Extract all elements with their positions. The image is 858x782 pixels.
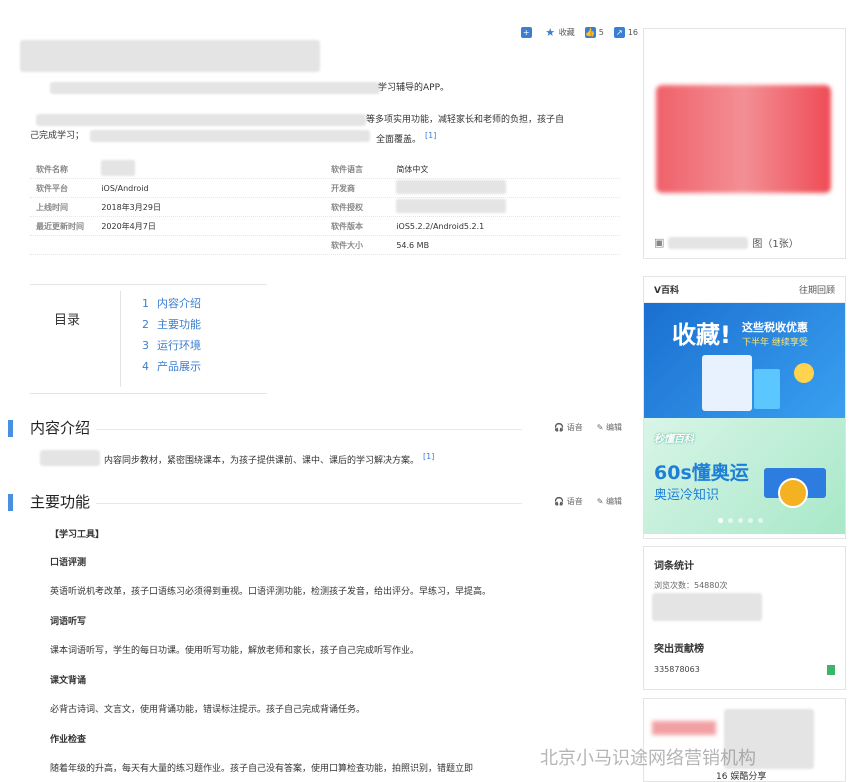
info-key: 软件大小 [331, 240, 363, 250]
star-icon: ★ [545, 25, 556, 39]
stats-card: 词条统计 浏览次数：54880次 突出贡献榜 335878063 [643, 546, 846, 690]
section1-text: 内容同步教材，紧密围绕课本，为孩子提供课前、课中、课后的学习解决方案。 [1] [104, 452, 435, 466]
info-value: 2018年3月29日 [101, 202, 161, 212]
info-key: 软件平台 [36, 183, 68, 193]
article-toolbar: + ★ 收藏 👍 5 ↗ 16 [520, 24, 638, 40]
like-button[interactable]: 👍 5 [584, 26, 604, 38]
info-key: 最近更新时间 [36, 221, 84, 231]
info-table: 软件名称 软件语言 简体中文软件平台 iOS/Android 开发商上线时间 2018年3… [30, 160, 620, 255]
info-key: 开发商 [331, 183, 355, 193]
feature-text: 随着年级的升高，每天有大量的练习题作业。孩子自己没有答案，使用口算检查功能，拍照… [50, 764, 474, 774]
info-row: 软件名称 软件语言 简体中文 [30, 160, 620, 179]
share-count: 16 [627, 27, 638, 37]
vbaike-title: V百科 [654, 286, 679, 296]
feature-heading: 词语听写 [50, 617, 87, 627]
info-key: 上线时间 [36, 202, 68, 212]
contrib-title: 突出贡献榜 [654, 644, 704, 655]
info-key: 软件名称 [36, 164, 68, 174]
feature-text: 英语听说机考改革，孩子口语练习必须得到重视。口语评测功能，检测孩子发音，给出评分… [50, 587, 492, 597]
info-key: 软件版本 [331, 221, 363, 231]
album-count: 图（1张） [752, 239, 799, 250]
section-heading-intro: 内容介绍 🎧 语音 ✎ 编辑 [8, 418, 622, 440]
intro-line3-tail: 全面覆盖。 [376, 135, 422, 145]
info-value: 简体中文 [396, 164, 429, 174]
info-value [101, 160, 325, 178]
feature-text: 必背古诗词、文言文，使用背诵功能，错误标注提示。孩子自己完成背诵任务。 [50, 705, 366, 715]
voice-button[interactable]: 🎧 语音 [554, 422, 583, 433]
info-row: 上线时间 2018年3月29日 软件授权 [30, 198, 620, 217]
info-value [396, 180, 620, 196]
album-card[interactable]: ▣ 图（1张） [643, 28, 846, 259]
banner-tax[interactable]: 收藏! 这些税收优惠 下半年 继续享受 [644, 303, 845, 418]
section-title: 内容介绍 [30, 418, 97, 438]
like-count: 5 [598, 27, 604, 37]
info-row: 最近更新时间 2020年4月7日 软件版本 iOS5.2.2/Android5.2.1 [30, 217, 620, 236]
section-title: 主要功能 [30, 492, 97, 512]
intro-line1: 学习辅导的APP。 [378, 83, 450, 93]
info-value: iOS5.2.2/Android5.2.1 [396, 221, 485, 231]
share-icon: ↗ [613, 26, 625, 38]
album-cover-image[interactable] [656, 85, 831, 193]
stats-views: 浏览次数：54880次 [654, 581, 728, 590]
collect-button[interactable]: ★ 收藏 [545, 25, 575, 39]
ref-link[interactable]: [1] [423, 452, 434, 461]
feature-text: 课本词语听写，学生的每日功课。使用听写功能，解放老师和家长，孩子自己完成听写作业… [50, 646, 420, 656]
toc-item[interactable]: 2 主要功能 [142, 316, 201, 337]
intro-line3-head: 己完成学习； [30, 131, 85, 141]
info-value: 54.6 MB [396, 240, 430, 250]
info-value [396, 199, 620, 215]
rank-item[interactable]: 16 娱酷分享 [716, 769, 766, 781]
vbaike-more-link[interactable]: 往期回顾 [799, 283, 835, 296]
toc-item[interactable]: 4 产品展示 [142, 358, 201, 379]
vbaike-card: V百科 往期回顾 收藏! 这些税收优惠 下半年 继续享受 秒懂百科 60s懂奥运… [643, 276, 846, 539]
info-row: 软件大小 54.6 MB [30, 236, 620, 255]
tools-header: 【学习工具】 [50, 530, 105, 540]
info-row: 软件平台 iOS/Android 开发商 [30, 179, 620, 198]
add-button[interactable]: + [520, 26, 535, 38]
info-value: 2020年4月7日 [101, 221, 156, 231]
contrib-user[interactable]: 335878063 [654, 665, 700, 674]
feature-heading: 口语评测 [50, 558, 87, 568]
image-icon: ▣ [654, 236, 665, 249]
thumb-up-icon: 👍 [584, 26, 596, 38]
feature-heading: 课文背诵 [50, 676, 87, 686]
toc-item[interactable]: 1 内容介绍 [142, 295, 201, 316]
sidebar: ▣ 图（1张） V百科 往期回顾 收藏! 这些税收优惠 下半年 继续享受 秒懂百… [643, 0, 848, 782]
share-button[interactable]: ↗ 16 [613, 26, 638, 38]
article-main: + ★ 收藏 👍 5 ↗ 16 学习辅导的APP。 等多项实用功能，减轻家长和老师的负… [0, 0, 638, 782]
table-of-contents: 目录 1 内容介绍 2 主要功能 3 运行环境 4 产品展示 [30, 284, 267, 394]
feature-heading: 作业检查 [50, 735, 87, 745]
toc-label: 目录 [54, 313, 81, 328]
title-blur [20, 40, 320, 72]
intro-paragraph: 学习辅导的APP。 等多项实用功能，减轻家长和老师的负担，孩子自 己完成学习； … [30, 80, 620, 145]
info-value: iOS/Android [101, 183, 149, 193]
info-key: 软件语言 [331, 164, 363, 174]
edit-button[interactable]: ✎ 编辑 [597, 422, 622, 433]
voice-button[interactable]: 🎧 语音 [554, 496, 583, 507]
plus-icon: + [520, 26, 532, 38]
bookmark-icon [827, 665, 835, 675]
stats-title: 词条统计 [654, 561, 694, 572]
intro-line2: 等多项实用功能，减轻家长和老师的负担，孩子自 [366, 115, 565, 125]
ref-link[interactable]: [1] [425, 131, 436, 140]
edit-button[interactable]: ✎ 编辑 [597, 496, 622, 507]
section-heading-features: 主要功能 🎧 语音 ✎ 编辑 [8, 492, 622, 514]
collect-label: 收藏 [558, 27, 575, 37]
toc-item[interactable]: 3 运行环境 [142, 337, 201, 358]
watermark: 北京小马识途网络营销机构 [540, 748, 756, 769]
banner-olympics[interactable]: 秒懂百科 60s懂奥运 奥运冷知识 [644, 418, 845, 534]
info-key: 软件授权 [331, 202, 363, 212]
